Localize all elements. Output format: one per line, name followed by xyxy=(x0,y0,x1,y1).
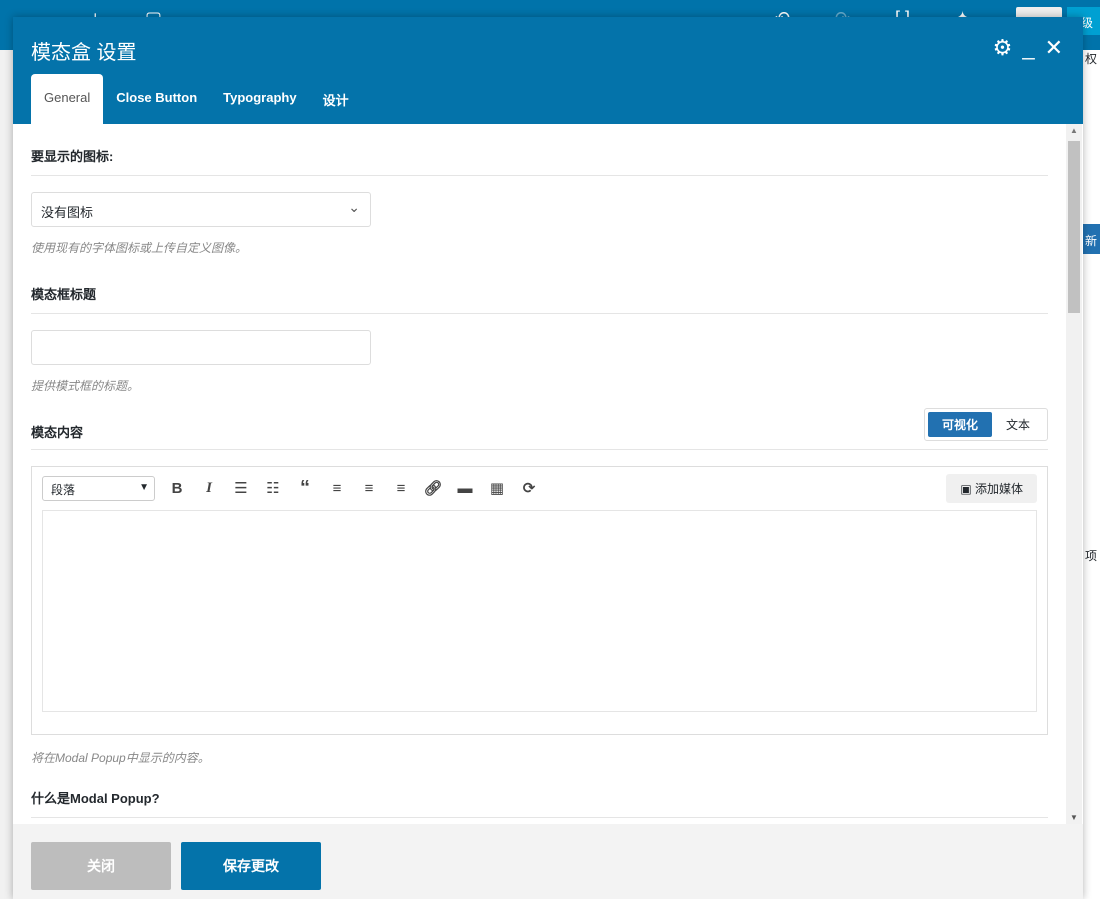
editor-toolbar: 段落 ▼ B I ☰ ☷ “ ≡ ≡ ≡ 🔗︎ ▬ ▦ ⟳ ▣ 添加媒体 xyxy=(42,473,1037,503)
italic-icon[interactable]: I xyxy=(193,480,225,497)
tab-bar: General Close Button Typography 设计 xyxy=(31,74,362,124)
modal-title: 模态盒 设置 xyxy=(31,42,137,64)
read-more-icon[interactable]: ▬ xyxy=(449,480,481,497)
scrollbar-thumb[interactable] xyxy=(1068,141,1080,313)
align-center-icon[interactable]: ≡ xyxy=(353,480,385,497)
scroll-up-icon[interactable]: ▲ xyxy=(1070,126,1078,135)
modal-footer: 关闭 保存更改 xyxy=(13,824,1083,899)
content-editor: 段落 ▼ B I ☰ ☷ “ ≡ ≡ ≡ 🔗︎ ▬ ▦ ⟳ ▣ 添加媒体 xyxy=(31,466,1048,735)
dropdown-arrow-icon: ▼ xyxy=(139,481,149,493)
link-icon[interactable]: 🔗︎ xyxy=(417,479,449,497)
minimize-icon[interactable]: _ xyxy=(1022,35,1034,61)
scrollbar[interactable]: ▲ ▼ xyxy=(1066,124,1082,824)
bullet-list-icon[interactable]: ☰ xyxy=(225,479,257,497)
gear-icon[interactable]: ⚙ xyxy=(993,35,1013,61)
title-label: 模态框标题 xyxy=(31,256,1048,314)
align-left-icon[interactable]: ≡ xyxy=(321,480,353,497)
tab-close-button[interactable]: Close Button xyxy=(103,74,210,124)
icon-select-value: 没有图标 xyxy=(41,205,94,220)
add-media-button[interactable]: ▣ 添加媒体 xyxy=(946,473,1037,503)
text-tab[interactable]: 文本 xyxy=(992,412,1044,437)
close-icon[interactable]: ✕ xyxy=(1045,35,1063,61)
refresh-icon[interactable]: ⟳ xyxy=(513,479,545,497)
align-right-icon[interactable]: ≡ xyxy=(385,480,417,497)
tab-general[interactable]: General xyxy=(31,74,104,124)
content-label: 模态内容 xyxy=(31,425,84,440)
what-label: 什么是Modal Popup? xyxy=(31,766,1048,818)
tab-typography[interactable]: Typography xyxy=(210,74,309,124)
background-panel: 权 新 项 xyxy=(1083,50,1100,899)
editor-mode-toggle: 可视化 文本 xyxy=(923,408,1048,441)
title-description: 提供模式框的标题。 xyxy=(31,379,140,393)
modal-body: 要显示的图标: 没有图标 ⌄ 使用现有的字体图标或上传自定义图像。 模态框标题 提… xyxy=(13,124,1066,824)
modal-settings-dialog: 模态盒 设置 ⚙ _ ✕ General Close Button Typogr… xyxy=(13,17,1083,899)
media-icon: ▣ xyxy=(960,481,975,496)
format-select[interactable]: 段落 ▼ xyxy=(42,475,155,501)
format-select-value: 段落 xyxy=(51,482,76,497)
blockquote-icon[interactable]: “ xyxy=(289,477,321,500)
numbered-list-icon[interactable]: ☷ xyxy=(257,479,289,497)
toolbar-toggle-icon[interactable]: ▦ xyxy=(481,479,513,497)
icon-description: 使用现有的字体图标或上传自定义图像。 xyxy=(31,241,248,255)
icon-label: 要显示的图标: xyxy=(31,124,1048,176)
visual-tab[interactable]: 可视化 xyxy=(927,412,992,437)
tab-design[interactable]: 设计 xyxy=(310,74,362,124)
save-button[interactable]: 保存更改 xyxy=(181,842,321,890)
modal-header: 模态盒 设置 ⚙ _ ✕ General Close Button Typogr… xyxy=(13,17,1083,124)
content-textarea[interactable] xyxy=(42,510,1037,712)
scroll-down-icon[interactable]: ▼ xyxy=(1070,813,1078,822)
bold-icon[interactable]: B xyxy=(161,480,193,497)
icon-select[interactable]: 没有图标 ⌄ xyxy=(31,192,371,227)
content-description: 将在Modal Popup中显示的内容。 xyxy=(31,751,210,765)
add-media-label: 添加媒体 xyxy=(974,481,1023,496)
close-button[interactable]: 关闭 xyxy=(31,842,171,890)
modal-title-input[interactable] xyxy=(31,330,371,365)
chevron-down-icon: ⌄ xyxy=(348,199,360,215)
